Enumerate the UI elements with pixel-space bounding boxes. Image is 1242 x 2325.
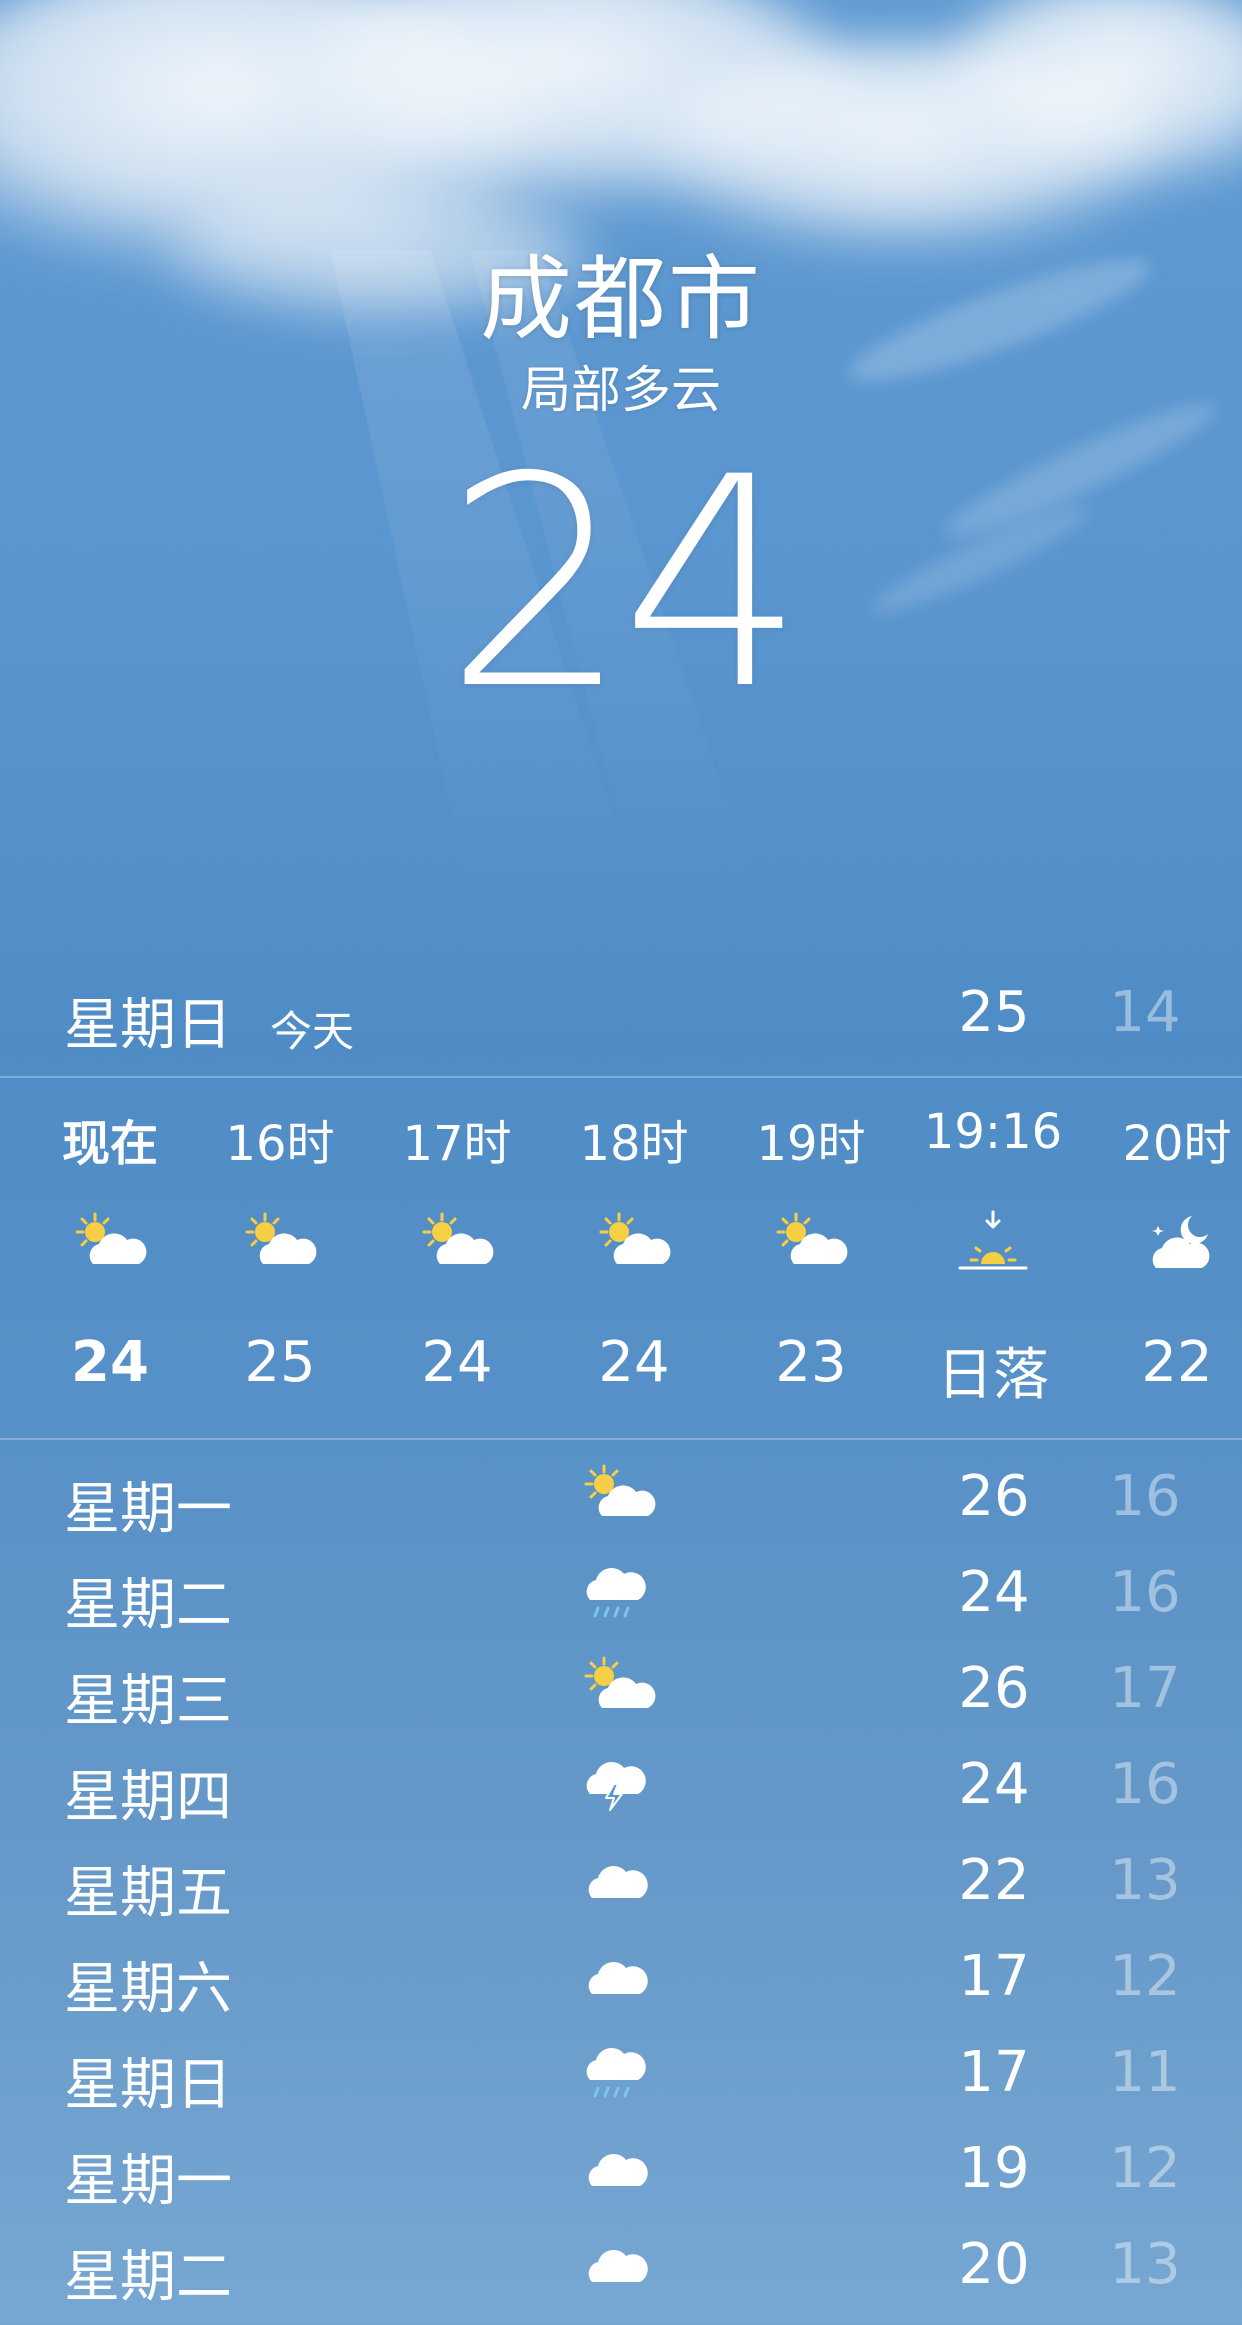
day-name: 星期五 bbox=[64, 1861, 232, 1926]
hour-time: 18时 bbox=[579, 1116, 689, 1172]
hour-column: 20时 22 bbox=[1092, 1078, 1242, 1438]
partly-cloudy-day-icon bbox=[589, 1208, 679, 1278]
partly-cloudy-day-icon bbox=[412, 1208, 502, 1278]
daily-row: 星期六 17 12 bbox=[0, 1926, 1242, 2022]
daily-row: 星期一 19 12 bbox=[0, 2118, 1242, 2214]
day-name: 星期一 bbox=[64, 2149, 232, 2214]
partly-cloudy-day-icon bbox=[65, 1208, 155, 1278]
day-low: 13 bbox=[1109, 1848, 1181, 1913]
hour-column: 17时 24 bbox=[372, 1078, 542, 1438]
day-name: 星期二 bbox=[64, 2245, 232, 2310]
daily-row: 星期日 17 11 bbox=[0, 2022, 1242, 2118]
today-day-name: 星期日 bbox=[64, 993, 232, 1058]
daily-row: 星期五 22 13 bbox=[0, 1830, 1242, 1926]
cloud-icon bbox=[578, 1940, 662, 2008]
hour-time: 19:16 bbox=[923, 1104, 1063, 1160]
today-summary-row: 星期日 今天 25 14 bbox=[0, 960, 1242, 1076]
hour-column: 16时 25 bbox=[195, 1078, 365, 1438]
hour-time: 16时 bbox=[225, 1116, 335, 1172]
today-low: 14 bbox=[1109, 980, 1181, 1045]
current-condition: 局部多云 bbox=[521, 361, 721, 419]
sunset-icon bbox=[948, 1208, 1038, 1278]
daily-row: 星期三 26 17 bbox=[0, 1638, 1242, 1734]
partly-cloudy-day-icon bbox=[578, 1460, 662, 1528]
daily-row: 星期二 24 16 bbox=[0, 1542, 1242, 1638]
day-low: 17 bbox=[1109, 1656, 1181, 1721]
partly-cloudy-day-icon bbox=[235, 1208, 325, 1278]
day-high: 26 bbox=[958, 1464, 1030, 1529]
day-low: 16 bbox=[1109, 1464, 1181, 1529]
today-high: 25 bbox=[958, 980, 1030, 1045]
day-low: 13 bbox=[1109, 2232, 1181, 2297]
day-high: 20 bbox=[958, 2232, 1030, 2297]
day-high: 24 bbox=[958, 1560, 1030, 1625]
current-temperature: 24 bbox=[444, 416, 805, 753]
day-low: 16 bbox=[1109, 1560, 1181, 1625]
thunderstorm-icon bbox=[578, 1748, 662, 1816]
day-high: 26 bbox=[958, 1656, 1030, 1721]
hour-time: 现在 bbox=[61, 1116, 158, 1172]
hour-temp: 25 bbox=[244, 1330, 316, 1395]
daily-row: 星期四 24 16 bbox=[0, 1734, 1242, 1830]
divider-bottom bbox=[0, 1438, 1242, 1440]
hour-column: 现在 24 bbox=[25, 1078, 195, 1438]
day-low: 12 bbox=[1109, 2136, 1181, 2201]
hour-time: 20时 bbox=[1122, 1116, 1232, 1172]
daily-row: 星期一 26 16 bbox=[0, 1446, 1242, 1542]
hour-temp: 24 bbox=[71, 1330, 149, 1395]
city-name: 成都市 bbox=[479, 246, 762, 353]
day-high: 22 bbox=[958, 1848, 1030, 1913]
hour-column: 19时 23 bbox=[726, 1078, 896, 1438]
partly-cloudy-day-icon bbox=[578, 1652, 662, 1720]
day-name: 星期三 bbox=[64, 1669, 232, 1734]
rain-icon bbox=[578, 2036, 662, 2104]
hour-column: 18时 24 bbox=[549, 1078, 719, 1438]
daily-row: 星期二 20 13 bbox=[0, 2214, 1242, 2310]
hour-temp: 23 bbox=[775, 1330, 847, 1395]
today-label: 今天 bbox=[270, 1007, 355, 1056]
hour-time: 17时 bbox=[402, 1116, 512, 1172]
day-high: 17 bbox=[958, 2040, 1030, 2105]
day-name: 星期六 bbox=[64, 1957, 232, 2022]
sunset-label: 日落 bbox=[937, 1343, 1049, 1408]
day-low: 16 bbox=[1109, 1752, 1181, 1817]
day-low: 11 bbox=[1109, 2040, 1181, 2105]
day-high: 17 bbox=[958, 1944, 1030, 2009]
day-high: 19 bbox=[958, 2136, 1030, 2201]
cloud-icon bbox=[578, 2228, 662, 2296]
hour-time: 19时 bbox=[756, 1116, 866, 1172]
hour-column: 19:16 日落 bbox=[908, 1078, 1078, 1438]
hour-temp: 22 bbox=[1141, 1330, 1213, 1395]
day-name: 星期二 bbox=[64, 1573, 232, 1638]
hour-temp: 24 bbox=[598, 1330, 670, 1395]
rain-icon bbox=[578, 1556, 662, 1624]
cloud-icon bbox=[578, 2132, 662, 2200]
day-name: 星期四 bbox=[64, 1765, 232, 1830]
location-header: 成都市 局部多云 24 bbox=[0, 0, 1242, 960]
day-high: 24 bbox=[958, 1752, 1030, 1817]
hourly-forecast-strip[interactable]: 现在 24 16时 25 17时 24 18时 24 19时 23 19:16 … bbox=[0, 1078, 1242, 1438]
cloud-icon bbox=[578, 1844, 662, 1912]
day-name: 星期一 bbox=[64, 1477, 232, 1542]
hour-temp: 24 bbox=[421, 1330, 493, 1395]
partly-cloudy-day-icon bbox=[766, 1208, 856, 1278]
partly-cloudy-night-icon bbox=[1132, 1208, 1222, 1278]
day-low: 12 bbox=[1109, 1944, 1181, 2009]
day-name: 星期日 bbox=[64, 2053, 232, 2118]
